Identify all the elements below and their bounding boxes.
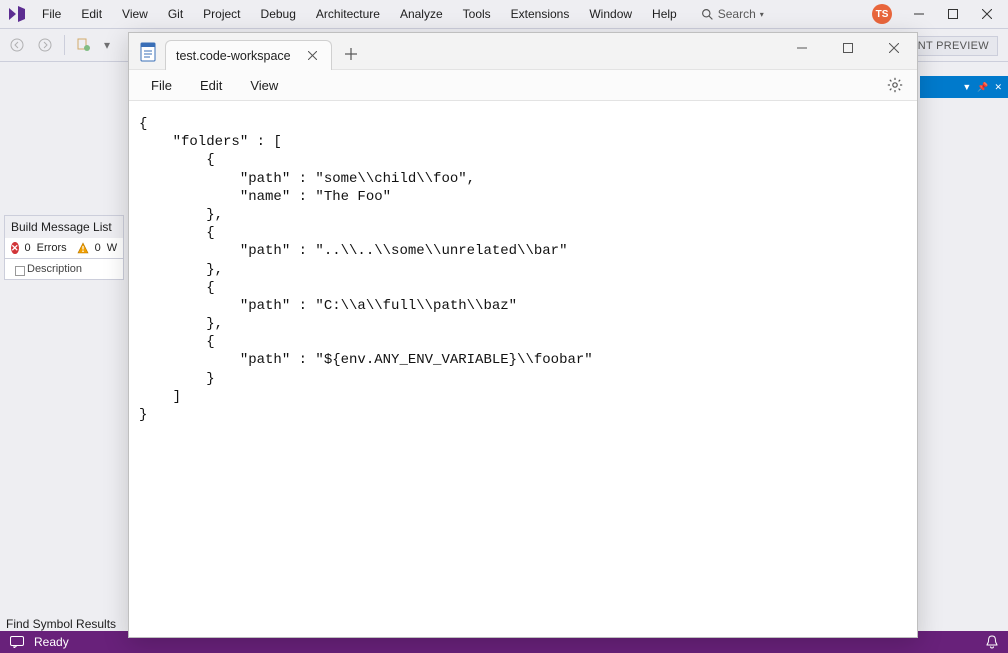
pin-icon[interactable]: 📌 [977,82,988,93]
error-label: Errors [37,242,67,254]
error-icon: ✕ [11,242,19,254]
preview-chip: NT PREVIEW [909,36,998,56]
vs-logo-icon [4,4,30,24]
notepad-menubar: File Edit View [129,69,917,101]
gear-icon [887,77,903,93]
vs-menu-tools[interactable]: Tools [453,3,501,25]
build-message-panel: Build Message List ✕ 0 Errors 0 W Descri… [4,215,124,280]
vs-menu-view[interactable]: View [112,3,158,25]
vs-menu-extensions[interactable]: Extensions [501,3,580,25]
notepad-app-icon [137,41,159,63]
editor-textarea[interactable]: { "folders" : [ { "path" : "some\\child\… [129,101,917,637]
chevron-down-icon: ▾ [760,10,764,19]
notepad-minimize-button[interactable] [779,33,825,63]
notepad-maximize-button[interactable] [825,33,871,63]
close-icon [308,51,317,60]
np-menu-edit[interactable]: Edit [186,72,236,99]
user-avatar[interactable]: TS [872,4,892,24]
error-count: 0 [25,242,31,254]
find-symbol-results-tab[interactable]: Find Symbol Results [6,617,116,631]
vs-menu-architecture[interactable]: Architecture [306,3,390,25]
vs-minimize-button[interactable] [902,3,936,25]
np-menu-view[interactable]: View [236,72,292,99]
vs-close-button[interactable] [970,3,1004,25]
notepad-window: test.code-workspace File Edit View { "fo… [128,32,918,638]
vs-menu-analyze[interactable]: Analyze [390,3,453,25]
settings-button[interactable] [881,71,909,99]
vs-menu-help[interactable]: Help [642,3,687,25]
np-menu-file[interactable]: File [137,72,186,99]
vs-menubar: File Edit View Git Project Debug Archite… [0,0,1008,28]
error-filter[interactable]: ✕ 0 Errors 0 W [4,238,124,259]
notepad-tab[interactable]: test.code-workspace [165,40,332,70]
new-item-button[interactable] [73,34,95,56]
chevron-down-icon[interactable]: ▾ [101,34,113,56]
description-column[interactable]: Description [4,259,124,280]
vs-maximize-button[interactable] [936,3,970,25]
vs-menu-git[interactable]: Git [158,3,193,25]
vs-menu-debug[interactable]: Debug [251,3,306,25]
panel-titlebar: ▼ 📌 ✕ [920,76,1008,98]
plus-icon [345,48,357,60]
vs-search[interactable]: Search ▾ [701,7,764,21]
status-ready: Ready [34,635,69,649]
tab-title: test.code-workspace [176,49,291,63]
bell-icon [986,635,998,649]
chat-icon [10,636,24,648]
warning-count: 0 [95,242,101,254]
notifications-button[interactable] [986,635,998,649]
nav-forward-button[interactable] [34,34,56,56]
new-tab-button[interactable] [336,39,366,69]
vs-menu-edit[interactable]: Edit [71,3,112,25]
vs-menu-project[interactable]: Project [193,3,250,25]
notepad-titlebar[interactable]: test.code-workspace [129,33,917,69]
feedback-button[interactable] [10,636,24,648]
nav-back-button[interactable] [6,34,28,56]
warning-icon [77,242,89,254]
vs-menu-file[interactable]: File [32,3,71,25]
notepad-close-button[interactable] [871,33,917,63]
search-icon [701,8,714,21]
warning-label: W [107,242,117,254]
panel-title: Build Message List [4,215,124,238]
chevron-down-icon[interactable]: ▼ [962,82,971,92]
vs-menu-window[interactable]: Window [579,3,642,25]
close-icon[interactable]: ✕ [994,82,1002,93]
vs-search-label: Search [718,7,756,21]
tab-close-button[interactable] [305,48,321,64]
